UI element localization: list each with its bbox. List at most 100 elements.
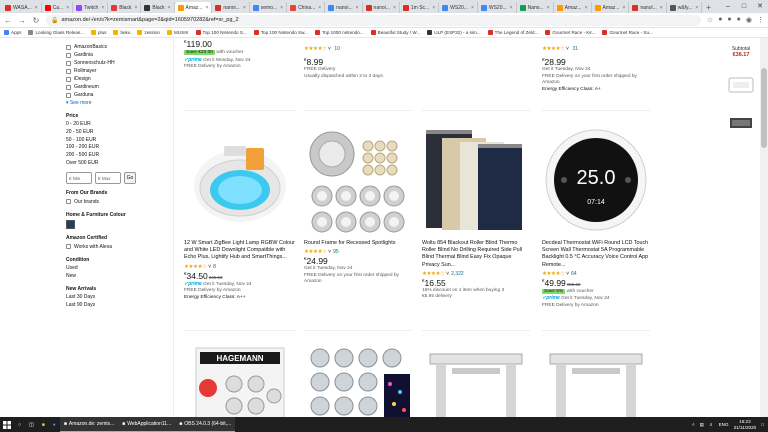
browser-tab[interactable]: Amaz... × <box>174 2 213 13</box>
tab-close-icon[interactable]: × <box>660 5 663 11</box>
cart-item-thumbnail[interactable] <box>726 70 756 100</box>
browser-tab[interactable]: Ca... × <box>42 2 74 13</box>
browser-tab[interactable]: Black × <box>141 2 175 13</box>
tab-close-icon[interactable]: × <box>510 5 513 11</box>
tab-close-icon[interactable]: × <box>280 5 283 11</box>
cart-item-thumbnail[interactable] <box>726 108 756 138</box>
bookmark-item[interactable]: Top 100 Nintendo S... <box>195 30 247 35</box>
browser-tab[interactable]: nanoi... × <box>212 2 250 13</box>
tab-close-icon[interactable]: × <box>318 5 321 11</box>
product-rating[interactable]: ★★★★☆ ˅ 95 <box>304 249 412 255</box>
product-title-link[interactable]: Decdeal Thermostat WiFi Round LCD Touch … <box>542 240 650 269</box>
new-arrivals-link[interactable]: Last 90 Days <box>66 302 166 310</box>
extension-icon[interactable]: ● <box>737 16 741 24</box>
brand-checkbox[interactable]: Gardineum <box>66 83 166 91</box>
product-image-spotlight-frames[interactable] <box>304 126 412 238</box>
back-icon[interactable]: ← <box>4 16 12 25</box>
tab-close-icon[interactable]: × <box>393 5 396 11</box>
scrollbar-thumb[interactable] <box>761 68 767 148</box>
browser-tab[interactable]: Amaz... × <box>554 2 592 13</box>
price-range-link[interactable]: 100 - 200 EUR <box>66 144 166 152</box>
tab-close-icon[interactable]: × <box>35 5 38 11</box>
browser-tab[interactable]: nanoi... × <box>363 2 400 13</box>
browser-tab[interactable]: Amaz... × <box>592 2 630 13</box>
extension-icon[interactable]: ● <box>718 16 722 24</box>
reload-icon[interactable]: ↻ <box>32 16 40 25</box>
browser-tab[interactable]: WS20... × <box>439 2 478 13</box>
max-price-input[interactable]: € Max <box>95 171 121 184</box>
browser-tab[interactable]: nanoi... × <box>325 2 363 13</box>
browser-tab[interactable]: WS20... × <box>478 2 517 13</box>
maximize-icon[interactable]: □ <box>736 0 752 13</box>
works-with-alexa-checkbox[interactable]: Works with Alexa <box>66 243 166 251</box>
bookmark-item[interactable]: Apps <box>4 30 21 35</box>
price-range-link[interactable]: 0 - 20 EUR <box>66 121 166 129</box>
condition-link[interactable]: Used <box>66 265 166 273</box>
network-icon[interactable]: ▤ <box>700 422 704 428</box>
task-view-icon[interactable]: ◫ <box>25 417 38 432</box>
browser-tab[interactable]: Nano... × <box>517 2 554 13</box>
product-image-led-spots[interactable] <box>304 344 412 417</box>
price-range-link[interactable]: 50 - 100 EUR <box>66 137 166 145</box>
product-image-roller-blinds[interactable] <box>422 126 530 238</box>
brand-checkbox[interactable]: iDesign <box>66 75 166 83</box>
tab-close-icon[interactable]: × <box>471 5 474 11</box>
browser-tab[interactable]: w&fy... × <box>667 2 703 13</box>
rating-top-3[interactable]: ★★★★☆ ˅ 31 <box>542 46 578 52</box>
brand-checkbox[interactable]: AmazonBasics <box>66 43 166 51</box>
rating-top-2[interactable]: ★★★★☆ ˅ 10 <box>304 46 340 52</box>
taskbar-app[interactable]: ■ Amazon.de: zemis... <box>59 417 119 432</box>
tab-close-icon[interactable]: × <box>66 5 69 11</box>
notification-icon[interactable]: □ <box>761 422 764 427</box>
product-title-link[interactable]: Round Frame for Recessed Spotlights <box>304 240 412 247</box>
brand-checkbox[interactable]: Rollmayer <box>66 67 166 75</box>
price-range-link[interactable]: 200 - 500 EUR <box>66 152 166 160</box>
tab-close-icon[interactable]: × <box>356 5 359 11</box>
star-icon[interactable]: ☆ <box>707 16 713 24</box>
language-indicator[interactable]: ENG <box>719 422 729 427</box>
bookmark-item[interactable]: Top 100 Nintendo Sw... <box>253 30 308 35</box>
brand-checkbox[interactable]: Sonnenschutz-HH <box>66 59 166 67</box>
tab-close-icon[interactable]: × <box>622 5 625 11</box>
new-tab-icon[interactable]: + <box>702 2 715 13</box>
tab-close-icon[interactable]: × <box>168 5 171 11</box>
bookmark-item[interactable]: zession <box>137 30 160 35</box>
min-price-input[interactable]: € Min <box>66 171 92 184</box>
price-range-link[interactable]: 20 - 50 EUR <box>66 129 166 137</box>
see-more-link[interactable]: ▾ See more <box>66 99 166 107</box>
search-icon[interactable]: ○ <box>14 417 25 432</box>
clock[interactable]: 16:23 21/11/2020 <box>734 419 757 430</box>
price-range-link[interactable]: Over 500 EUR <box>66 160 166 168</box>
brand-checkbox[interactable]: Gardinia <box>66 51 166 59</box>
address-bar[interactable]: 🔒 amazon.de/-/en/s?k=zemismart&page=2&qi… <box>46 14 701 26</box>
product-image-curtain-rail[interactable] <box>422 344 530 417</box>
file-explorer-icon[interactable]: ■ <box>38 417 49 432</box>
forward-icon[interactable]: → <box>18 16 26 25</box>
bookmark-item[interactable]: Top 1000 nintendo... <box>314 30 364 35</box>
bookmark-item[interactable]: beku <box>113 30 130 35</box>
rating-count[interactable]: 2,322 <box>451 271 464 277</box>
taskbar-app[interactable]: ■ WebApplication11... <box>118 417 176 432</box>
product-title-link[interactable]: Woltu 854 Blackout Roller Blind Thermo R… <box>422 240 530 269</box>
taskbar-app[interactable]: ■ OBS 24.0.3 (64-bit,... <box>175 417 236 432</box>
page-scrollbar[interactable] <box>760 38 768 417</box>
browser-tab[interactable]: China... × <box>287 2 326 13</box>
tab-close-icon[interactable]: × <box>134 5 137 11</box>
go-button[interactable]: Go <box>124 171 136 184</box>
profile-icon[interactable]: ◉ <box>746 16 752 24</box>
bookmark-item[interactable]: plus <box>91 30 106 35</box>
condition-link[interactable]: New <box>66 273 166 281</box>
browser-tab[interactable]: nanol... × <box>629 2 667 13</box>
close-icon[interactable]: ✕ <box>752 0 768 13</box>
rating-count[interactable]: 95 <box>333 249 339 255</box>
product-image-thermostat[interactable]: 25.0 07:14 <box>542 126 650 238</box>
tab-close-icon[interactable]: × <box>547 5 550 11</box>
product-image-downlight[interactable] <box>184 126 296 238</box>
browser-tab[interactable]: semo... × <box>250 2 288 13</box>
bookmark-item[interactable]: Gourmet Race - Su... <box>602 30 653 35</box>
tab-close-icon[interactable]: × <box>205 5 208 11</box>
voucher-badge[interactable]: Save €20.00 <box>184 50 215 55</box>
product-rating[interactable]: ★★★★☆ ˅ 2,322 <box>422 271 530 277</box>
colour-swatch[interactable] <box>66 219 75 229</box>
tab-close-icon[interactable]: × <box>695 5 698 11</box>
